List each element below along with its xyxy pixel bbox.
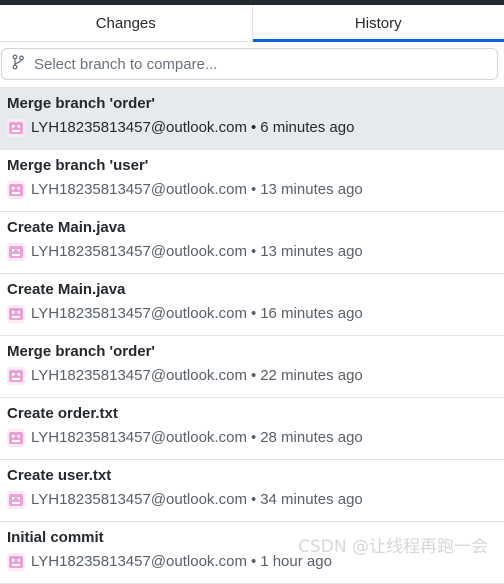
commit-meta: LYH18235813457@outlook.com•22 minutes ag… — [7, 367, 497, 385]
commit-meta: LYH18235813457@outlook.com•13 minutes ag… — [7, 243, 497, 261]
commit-title: Create user.txt — [7, 467, 497, 485]
commit-author: LYH18235813457@outlook.com — [31, 181, 247, 199]
commit-row[interactable]: Merge branch 'user' LYH18235813457@outloo… — [0, 150, 504, 212]
commit-title: Merge branch 'order' — [7, 95, 497, 113]
avatar-icon — [7, 243, 25, 261]
commit-meta: LYH18235813457@outlook.com•28 minutes ag… — [7, 429, 497, 447]
commit-author: LYH18235813457@outlook.com — [31, 553, 247, 571]
tab-history[interactable]: History — [253, 5, 504, 41]
commit-title: Merge branch 'order' — [7, 343, 497, 361]
meta-separator: • — [251, 367, 256, 385]
git-branch-icon — [10, 54, 26, 75]
tab-changes[interactable]: Changes — [0, 5, 253, 41]
commit-author: LYH18235813457@outlook.com — [31, 367, 247, 385]
meta-separator: • — [251, 119, 256, 137]
commit-row[interactable]: Merge branch 'order' LYH18235813457@outlo… — [0, 88, 504, 150]
commit-row[interactable]: Create Main.java LYH18235813457@outlook.c… — [0, 212, 504, 274]
tab-bar: Changes History — [0, 5, 504, 42]
watermark: CSDN @让线程再跑一会 — [298, 532, 488, 557]
commit-row[interactable]: Merge branch 'order' LYH18235813457@outlo… — [0, 336, 504, 398]
commit-author: LYH18235813457@outlook.com — [31, 429, 247, 447]
commit-meta: LYH18235813457@outlook.com•6 minutes ago — [7, 119, 497, 137]
commit-title: Create Main.java — [7, 219, 497, 237]
commit-row[interactable]: Create user.txt LYH18235813457@outlook.co… — [0, 460, 504, 522]
avatar-icon — [7, 119, 25, 137]
meta-separator: • — [251, 491, 256, 509]
branch-compare-input[interactable] — [26, 49, 497, 79]
commit-title: Create order.txt — [7, 405, 497, 423]
commit-time: 34 minutes ago — [260, 491, 363, 509]
commit-time: 6 minutes ago — [260, 119, 354, 137]
commit-row[interactable]: Create Main.java LYH18235813457@outlook.c… — [0, 274, 504, 336]
branch-compare-field[interactable] — [1, 48, 498, 80]
meta-separator: • — [251, 429, 256, 447]
branch-compare-bar — [0, 42, 504, 88]
commit-time: 16 minutes ago — [260, 305, 363, 323]
commit-list: Merge branch 'order' LYH18235813457@outlo… — [0, 88, 504, 584]
commit-meta: LYH18235813457@outlook.com•34 minutes ag… — [7, 491, 497, 509]
commit-author: LYH18235813457@outlook.com — [31, 119, 247, 137]
avatar-icon — [7, 491, 25, 509]
commit-title: Create Main.java — [7, 281, 497, 299]
commit-time: 13 minutes ago — [260, 181, 363, 199]
avatar-icon — [7, 305, 25, 323]
avatar-icon — [7, 181, 25, 199]
commit-author: LYH18235813457@outlook.com — [31, 305, 247, 323]
commit-row[interactable]: Create order.txt LYH18235813457@outlook.c… — [0, 398, 504, 460]
commit-title: Merge branch 'user' — [7, 157, 497, 175]
meta-separator: • — [251, 181, 256, 199]
commit-meta: LYH18235813457@outlook.com•16 minutes ag… — [7, 305, 497, 323]
avatar-icon — [7, 553, 25, 571]
commit-time: 22 minutes ago — [260, 367, 363, 385]
commit-time: 28 minutes ago — [260, 429, 363, 447]
commit-time: 13 minutes ago — [260, 243, 363, 261]
meta-separator: • — [251, 305, 256, 323]
meta-separator: • — [251, 243, 256, 261]
avatar-icon — [7, 429, 25, 447]
commit-author: LYH18235813457@outlook.com — [31, 243, 247, 261]
meta-separator: • — [251, 553, 256, 571]
commit-meta: LYH18235813457@outlook.com•13 minutes ag… — [7, 181, 497, 199]
commit-author: LYH18235813457@outlook.com — [31, 491, 247, 509]
avatar-icon — [7, 367, 25, 385]
